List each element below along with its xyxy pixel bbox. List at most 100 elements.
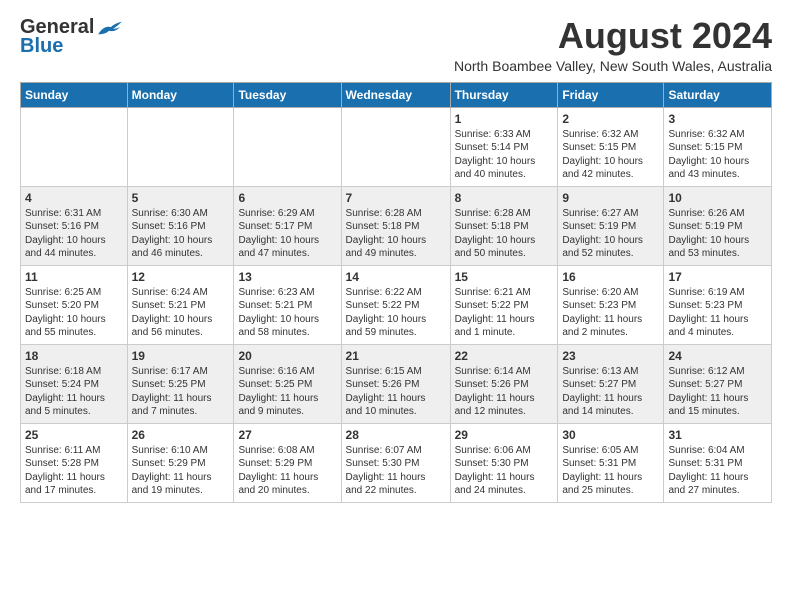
location-subtitle: North Boambee Valley, New South Wales, A… [124,58,772,74]
weekday-header-wednesday: Wednesday [341,82,450,107]
day-number: 19 [132,349,230,363]
calendar-cell: 18Sunrise: 6:18 AM Sunset: 5:24 PM Dayli… [21,344,128,423]
day-info: Sunrise: 6:12 AM Sunset: 5:27 PM Dayligh… [668,365,767,419]
day-info: Sunrise: 6:10 AM Sunset: 5:29 PM Dayligh… [132,444,230,498]
day-info: Sunrise: 6:14 AM Sunset: 5:26 PM Dayligh… [455,365,554,419]
weekday-header-friday: Friday [558,82,664,107]
day-info: Sunrise: 6:08 AM Sunset: 5:29 PM Dayligh… [238,444,336,498]
day-number: 23 [562,349,659,363]
day-info: Sunrise: 6:18 AM Sunset: 5:24 PM Dayligh… [25,365,123,419]
day-number: 24 [668,349,767,363]
calendar-cell: 16 Sunrise: 6:20 AM Sunset: 5:23 PM Dayli… [558,265,664,344]
day-number: 26 [132,428,230,442]
day-number: 22 [455,349,554,363]
calendar-cell: 26 Sunrise: 6:10 AM Sunset: 5:29 PM Dayli… [127,423,234,502]
day-info: Sunrise: 6:22 AM Sunset: 5:22 PM Dayligh… [346,286,446,340]
day-number: 7 [346,191,446,205]
calendar-cell: 17 Sunrise: 6:19 AM Sunset: 5:23 PM Dayli… [664,265,772,344]
calendar-cell: 22 Sunrise: 6:14 AM Sunset: 5:26 PM Dayli… [450,344,558,423]
day-number: 15 [455,270,554,284]
day-info: Sunrise: 6:13 AM Sunset: 5:27 PM Dayligh… [562,365,659,419]
day-number: 30 [562,428,659,442]
day-number: 17 [668,270,767,284]
title-section: August 2024 North Boambee Valley, New So… [124,16,772,74]
day-number: 13 [238,270,336,284]
day-number: 2 [562,112,659,126]
calendar-cell: 23 Sunrise: 6:13 AM Sunset: 5:27 PM Dayli… [558,344,664,423]
day-number: 11 [25,270,123,284]
day-info: Sunrise: 6:19 AM Sunset: 5:23 PM Dayligh… [668,286,767,340]
day-number: 5 [132,191,230,205]
day-number: 27 [238,428,336,442]
calendar-cell: 29 Sunrise: 6:06 AM Sunset: 5:30 PM Dayli… [450,423,558,502]
calendar-cell: 28Sunrise: 6:07 AM Sunset: 5:30 PM Dayli… [341,423,450,502]
day-info: Sunrise: 6:32 AM Sunset: 5:15 PM Dayligh… [562,128,659,182]
logo-bird-icon [96,18,124,38]
day-info: Sunrise: 6:15 AM Sunset: 5:26 PM Dayligh… [346,365,446,419]
day-number: 3 [668,112,767,126]
day-info: Sunrise: 6:27 AM Sunset: 5:19 PM Dayligh… [562,207,659,261]
calendar-cell: 14 Sunrise: 6:22 AM Sunset: 5:22 PM Dayli… [341,265,450,344]
day-number: 14 [346,270,446,284]
calendar-cell: 19 Sunrise: 6:17 AM Sunset: 5:25 PM Dayli… [127,344,234,423]
day-info: Sunrise: 6:28 AM Sunset: 5:18 PM Dayligh… [346,207,446,261]
calendar-week-3: 11 Sunrise: 6:25 AM Sunset: 5:20 PM Dayli… [21,265,772,344]
day-info: Sunrise: 6:26 AM Sunset: 5:19 PM Dayligh… [668,207,767,261]
day-number: 25 [25,428,123,442]
day-number: 10 [668,191,767,205]
day-info: Sunrise: 6:28 AM Sunset: 5:18 PM Dayligh… [455,207,554,261]
logo: General Blue [20,16,124,58]
month-year-title: August 2024 [124,16,772,56]
day-info: Sunrise: 6:33 AM Sunset: 5:14 PM Dayligh… [455,128,554,182]
day-number: 6 [238,191,336,205]
day-info: Sunrise: 6:23 AM Sunset: 5:21 PM Dayligh… [238,286,336,340]
calendar-cell: 24 Sunrise: 6:12 AM Sunset: 5:27 PM Dayli… [664,344,772,423]
day-info: Sunrise: 6:25 AM Sunset: 5:20 PM Dayligh… [25,286,123,340]
calendar-cell: 2 Sunrise: 6:32 AM Sunset: 5:15 PM Daylig… [558,107,664,186]
calendar-cell: 21Sunrise: 6:15 AM Sunset: 5:26 PM Dayli… [341,344,450,423]
calendar-week-2: 4Sunrise: 6:31 AM Sunset: 5:16 PM Daylig… [21,186,772,265]
calendar-cell: 5 Sunrise: 6:30 AM Sunset: 5:16 PM Daylig… [127,186,234,265]
day-info: Sunrise: 6:04 AM Sunset: 5:31 PM Dayligh… [668,444,767,498]
day-info: Sunrise: 6:05 AM Sunset: 5:31 PM Dayligh… [562,444,659,498]
calendar-cell: 3Sunrise: 6:32 AM Sunset: 5:15 PM Daylig… [664,107,772,186]
calendar-cell: 9Sunrise: 6:27 AM Sunset: 5:19 PM Daylig… [558,186,664,265]
day-info: Sunrise: 6:06 AM Sunset: 5:30 PM Dayligh… [455,444,554,498]
calendar-cell: 25Sunrise: 6:11 AM Sunset: 5:28 PM Dayli… [21,423,128,502]
day-number: 1 [455,112,554,126]
day-info: Sunrise: 6:21 AM Sunset: 5:22 PM Dayligh… [455,286,554,340]
weekday-header-saturday: Saturday [664,82,772,107]
calendar-cell: 15 Sunrise: 6:21 AM Sunset: 5:22 PM Dayli… [450,265,558,344]
weekday-header-tuesday: Tuesday [234,82,341,107]
weekday-header-row: SundayMondayTuesdayWednesdayThursdayFrid… [21,82,772,107]
day-info: Sunrise: 6:17 AM Sunset: 5:25 PM Dayligh… [132,365,230,419]
calendar-cell: 31Sunrise: 6:04 AM Sunset: 5:31 PM Dayli… [664,423,772,502]
day-info: Sunrise: 6:20 AM Sunset: 5:23 PM Dayligh… [562,286,659,340]
calendar-cell: 4Sunrise: 6:31 AM Sunset: 5:16 PM Daylig… [21,186,128,265]
calendar-cell: 6Sunrise: 6:29 AM Sunset: 5:17 PM Daylig… [234,186,341,265]
day-info: Sunrise: 6:24 AM Sunset: 5:21 PM Dayligh… [132,286,230,340]
calendar-cell: 13 Sunrise: 6:23 AM Sunset: 5:21 PM Dayli… [234,265,341,344]
calendar-cell: 20 Sunrise: 6:16 AM Sunset: 5:25 PM Dayli… [234,344,341,423]
calendar-week-4: 18Sunrise: 6:18 AM Sunset: 5:24 PM Dayli… [21,344,772,423]
day-info: Sunrise: 6:16 AM Sunset: 5:25 PM Dayligh… [238,365,336,419]
calendar-cell: 12 Sunrise: 6:24 AM Sunset: 5:21 PM Dayli… [127,265,234,344]
day-number: 20 [238,349,336,363]
calendar-cell [21,107,128,186]
calendar-cell: 27 Sunrise: 6:08 AM Sunset: 5:29 PM Dayli… [234,423,341,502]
day-number: 29 [455,428,554,442]
calendar-cell [234,107,341,186]
day-number: 12 [132,270,230,284]
logo-blue: Blue [20,35,63,58]
calendar-cell: 8Sunrise: 6:28 AM Sunset: 5:18 PM Daylig… [450,186,558,265]
calendar-cell: 10 Sunrise: 6:26 AM Sunset: 5:19 PM Dayli… [664,186,772,265]
calendar-week-5: 25Sunrise: 6:11 AM Sunset: 5:28 PM Dayli… [21,423,772,502]
page-header: General Blue August 2024 North Boambee V… [20,16,772,74]
calendar-week-1: 1 Sunrise: 6:33 AM Sunset: 5:14 PM Daylig… [21,107,772,186]
calendar-cell [127,107,234,186]
day-number: 16 [562,270,659,284]
calendar-table: SundayMondayTuesdayWednesdayThursdayFrid… [20,82,772,503]
day-info: Sunrise: 6:30 AM Sunset: 5:16 PM Dayligh… [132,207,230,261]
weekday-header-sunday: Sunday [21,82,128,107]
calendar-cell: 1 Sunrise: 6:33 AM Sunset: 5:14 PM Daylig… [450,107,558,186]
